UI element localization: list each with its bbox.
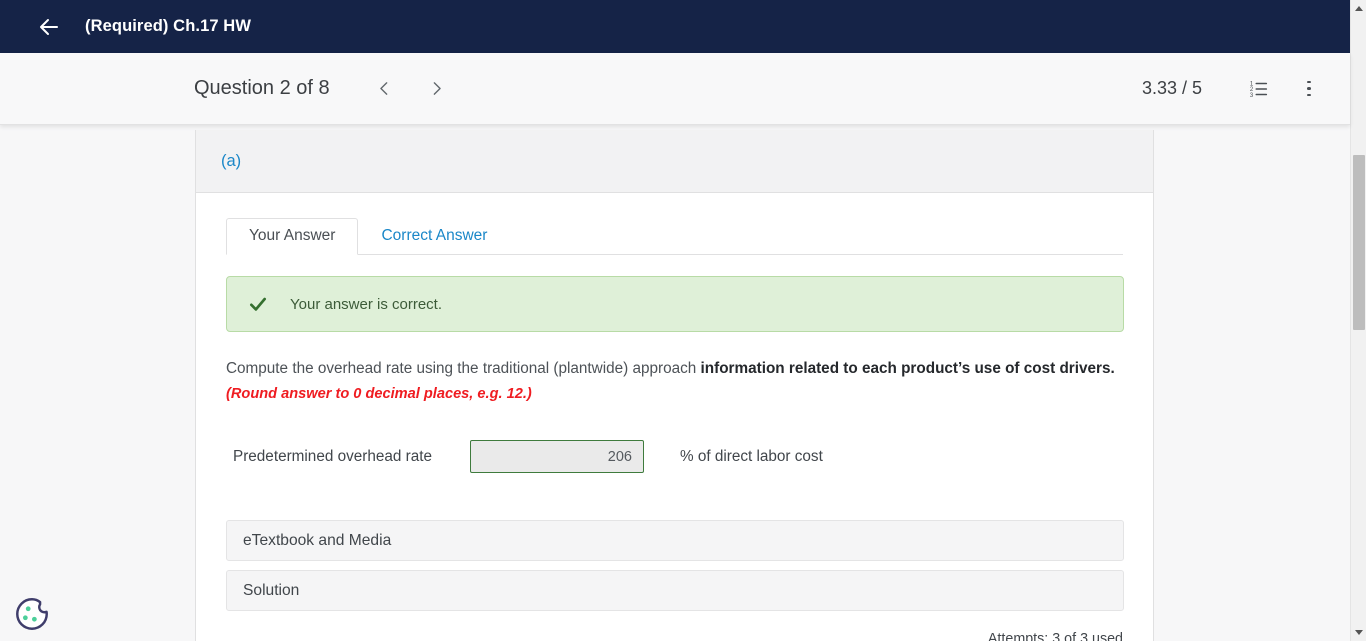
solution-label: Solution	[243, 581, 300, 599]
question-counter: Question 2 of 8	[194, 77, 330, 99]
scrollbar-thumb[interactable]	[1353, 155, 1365, 330]
question-part-band: (a)	[196, 130, 1153, 193]
kebab-dots	[1307, 79, 1311, 98]
app-header: (Required) Ch.17 HW	[0, 0, 1350, 53]
question-card-body: Your Answer Correct Answer Your answer i…	[196, 193, 1153, 641]
cookie-icon[interactable]	[13, 595, 51, 633]
app-viewport: (Required) Ch.17 HW Question 2 of 8 3.33…	[0, 0, 1366, 641]
rounding-note: (Round answer to 0 decimal places, e.g. …	[226, 385, 532, 402]
question-part-label: (a)	[221, 151, 242, 170]
answer-row: Predetermined overhead rate % of direct …	[226, 440, 1123, 474]
tab-correct-answer-label: Correct Answer	[381, 227, 488, 244]
svg-text:3: 3	[1250, 92, 1254, 98]
answer-tabs: Your Answer Correct Answer	[226, 217, 1123, 255]
question-nav	[368, 72, 454, 106]
answer-status-text: Your answer is correct.	[290, 295, 443, 313]
prompt-part-one: Compute the overhead rate using the trad…	[226, 360, 701, 377]
numbered-list-icon[interactable]: 1 2 3	[1242, 72, 1276, 106]
question-scroll-area: (a) Your Answer Correct Answer Your answ…	[0, 125, 1350, 641]
tab-correct-answer[interactable]: Correct Answer	[358, 218, 510, 255]
question-toolbar: Question 2 of 8 3.33 / 5 1 2 3	[0, 53, 1350, 125]
etextbook-and-media-label: eTextbook and Media	[243, 531, 392, 549]
attempts-status: Attempts: 3 of 3 used	[987, 631, 1123, 641]
answer-unit-label: % of direct labor cost	[679, 447, 823, 465]
back-arrow-icon[interactable]	[36, 14, 62, 40]
scroll-down-arrow-icon[interactable]	[1351, 624, 1366, 641]
question-prompt: Compute the overhead rate using the trad…	[226, 358, 1123, 405]
previous-question-button[interactable]	[368, 72, 402, 106]
scroll-up-arrow-icon[interactable]	[1351, 0, 1366, 17]
answer-field-label: Predetermined overhead rate	[233, 447, 432, 465]
solution-accordion[interactable]: Solution	[226, 570, 1124, 612]
etextbook-and-media-accordion[interactable]: eTextbook and Media	[226, 520, 1124, 562]
next-question-button[interactable]	[420, 72, 454, 106]
answer-status-alert: Your answer is correct.	[226, 276, 1124, 332]
vertical-scrollbar[interactable]	[1350, 0, 1366, 641]
page-title: (Required) Ch.17 HW	[85, 17, 251, 35]
toolbar-right: 3.33 / 5 1 2 3	[1142, 72, 1326, 106]
prompt-part-two: information related to each product’s us…	[700, 360, 1115, 377]
tab-your-answer-label: Your Answer	[249, 227, 336, 244]
score-display: 3.33 / 5	[1141, 78, 1202, 98]
predetermined-overhead-rate-input[interactable]	[469, 440, 644, 474]
check-icon	[247, 293, 269, 315]
question-card: (a) Your Answer Correct Answer Your answ…	[195, 130, 1154, 641]
kebab-menu-icon[interactable]	[1292, 72, 1326, 106]
tab-your-answer[interactable]: Your Answer	[226, 218, 359, 255]
